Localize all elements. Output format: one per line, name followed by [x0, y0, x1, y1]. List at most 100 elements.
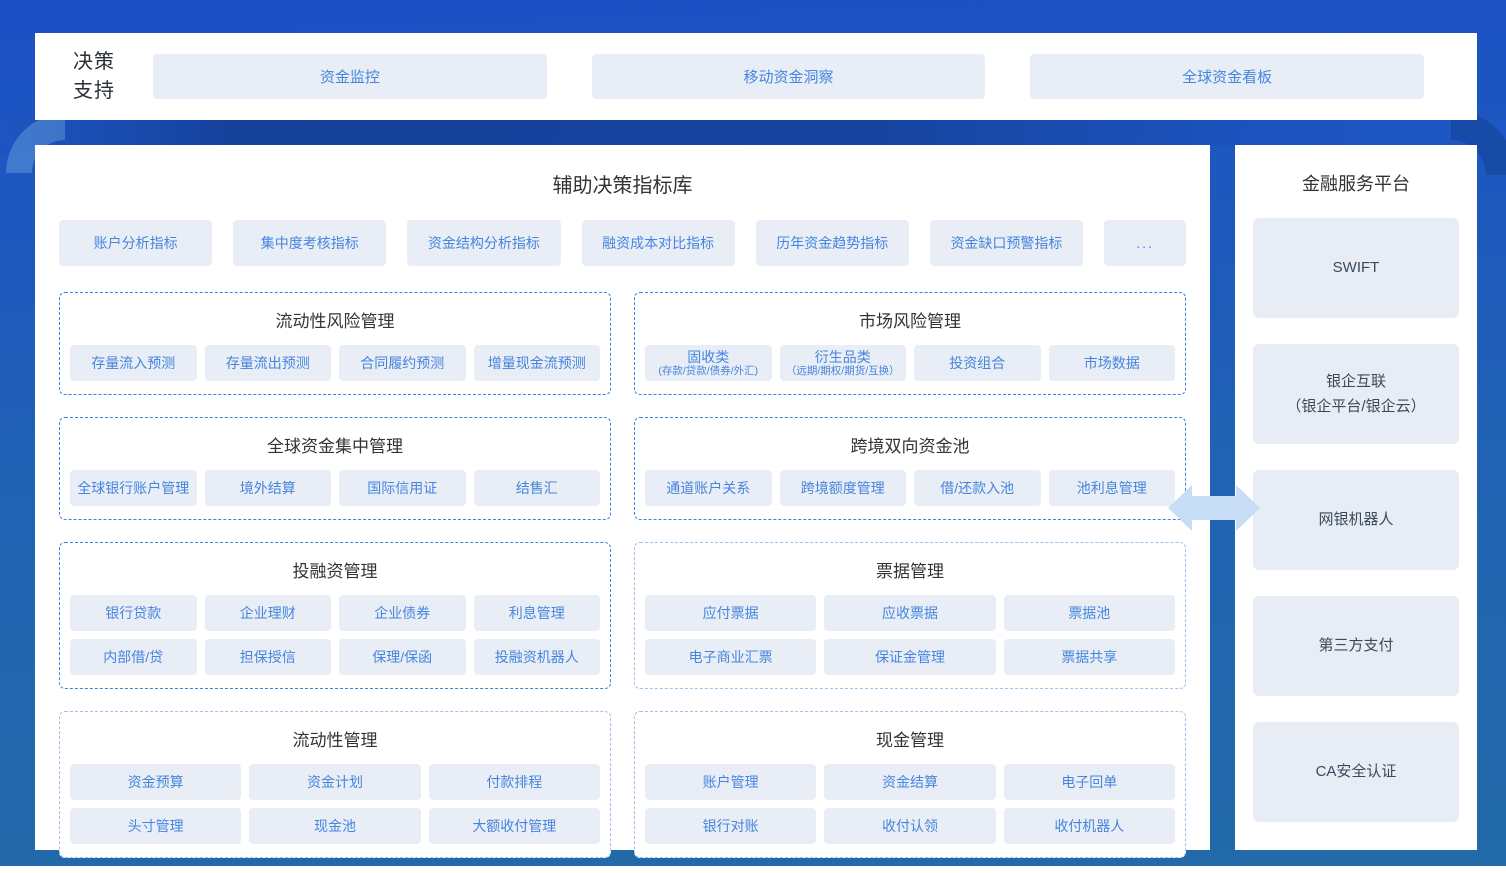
- group-row: 头寸管理现金池 大额收付管理: [70, 808, 600, 844]
- module-button[interactable]: 存量流出预测: [205, 345, 332, 381]
- group-row: 全球银行账户管理境外结算国际信用证 结售汇: [70, 470, 600, 506]
- module-button[interactable]: 结售汇: [474, 470, 601, 506]
- module-button-label: 内部借/贷: [103, 649, 163, 665]
- module-button-label: 付款排程: [486, 774, 542, 790]
- financial-services-sidebar: 金融服务平台 SWIFT银企互联（银企平台/银企云）网银机器人第三方支付CA安全…: [1235, 145, 1477, 850]
- service-box[interactable]: 银企互联（银企平台/银企云）: [1253, 344, 1459, 444]
- module-button[interactable]: 池利息管理: [1049, 470, 1176, 506]
- decision-support-label: 决策 支持: [35, 48, 153, 106]
- service-box[interactable]: 网银机器人: [1253, 470, 1459, 570]
- module-button-sublabel: （远期/期权/期货/互换）: [786, 366, 900, 378]
- group-row: 资金预算 资金计划 付款排程: [70, 764, 600, 800]
- module-button[interactable]: 合同履约预测: [339, 345, 466, 381]
- module-button[interactable]: 票据共享: [1004, 639, 1175, 675]
- indicator-chip[interactable]: 历年资金趋势指标: [756, 220, 909, 266]
- module-button[interactable]: 电子商业汇票: [645, 639, 816, 675]
- service-box[interactable]: 第三方支付: [1253, 596, 1459, 696]
- module-button[interactable]: 银行贷款: [70, 595, 197, 631]
- service-box-label: CA安全认证: [1316, 759, 1397, 785]
- indicator-chip[interactable]: 融资成本对比指标: [582, 220, 735, 266]
- sidebar-items: SWIFT 银企互联（银企平台/银企云） 网银机器人第三方支付 CA安全认证: [1253, 218, 1459, 822]
- module-button[interactable]: 电子回单: [1004, 764, 1175, 800]
- module-button[interactable]: 收付认领: [824, 808, 995, 844]
- indicator-chip[interactable]: 集中度考核指标: [233, 220, 386, 266]
- module-button[interactable]: 头寸管理: [70, 808, 241, 844]
- module-button-label: 结售汇: [516, 480, 558, 496]
- service-box-label: 网银机器人: [1318, 507, 1393, 533]
- module-button[interactable]: 内部借/贷: [70, 639, 197, 675]
- module-button[interactable]: 固收类(存款/贷款/债券/外汇): [645, 345, 772, 381]
- module-button[interactable]: 大额收付管理: [429, 808, 600, 844]
- group-title: 市场风险管理: [645, 307, 1175, 332]
- module-button-label: 企业债券: [374, 605, 430, 621]
- module-button[interactable]: 付款排程: [429, 764, 600, 800]
- module-groups: 流动性风险管理存量流入预测存量流出预测合同履约预测增量现金流预测市场风险管理固收…: [59, 292, 1186, 858]
- group-row: 电子商业汇票保证金管理 票据共享: [645, 639, 1175, 675]
- module-button[interactable]: 资金结算: [824, 764, 995, 800]
- service-box-label: （银企平台/银企云）: [1286, 394, 1425, 420]
- module-button[interactable]: 应收票据: [824, 595, 995, 631]
- service-box[interactable]: SWIFT: [1253, 218, 1459, 318]
- module-button[interactable]: 保证金管理: [824, 639, 995, 675]
- group-row: 账户管理 资金结算电子回单: [645, 764, 1175, 800]
- module-button-sublabel: (存款/贷款/债券/外汇): [658, 366, 758, 378]
- module-button-label: 应收票据: [882, 605, 938, 621]
- module-button[interactable]: 借/还款入池: [914, 470, 1041, 506]
- module-button[interactable]: 应付票据: [645, 595, 816, 631]
- group-row: 应付票据 应收票据 票据池: [645, 595, 1175, 631]
- module-button-label: 池利息管理: [1077, 480, 1147, 496]
- group-row: 存量流入预测存量流出预测合同履约预测增量现金流预测: [70, 345, 600, 381]
- module-button[interactable]: 企业债券: [339, 595, 466, 631]
- module-button-label: 投融资机器人: [495, 649, 579, 665]
- module-button[interactable]: 现金池: [249, 808, 420, 844]
- module-button[interactable]: 市场数据: [1049, 345, 1176, 381]
- module-group: 市场风险管理固收类(存款/贷款/债券/外汇)衍生品类（远期/期权/期货/互换）投…: [634, 292, 1186, 395]
- indicator-chip[interactable]: 资金缺口预警指标: [930, 220, 1083, 266]
- module-button-label: 票据池: [1068, 605, 1110, 621]
- module-button[interactable]: 增量现金流预测: [474, 345, 601, 381]
- module-button[interactable]: 全球银行账户管理: [70, 470, 197, 506]
- module-button[interactable]: 存量流入预测: [70, 345, 197, 381]
- module-button[interactable]: 银行对账: [645, 808, 816, 844]
- module-button[interactable]: 利息管理: [474, 595, 601, 631]
- module-button[interactable]: 投融资机器人: [474, 639, 601, 675]
- module-button-label: 跨境额度管理: [801, 480, 885, 496]
- group-title: 跨境双向资金池: [645, 432, 1175, 457]
- group-title: 现金管理: [645, 726, 1175, 751]
- group-row: 银行贷款 企业理财 企业债券 利息管理: [70, 595, 600, 631]
- indicator-chip[interactable]: 账户分析指标: [59, 220, 212, 266]
- group-title: 流动性风险管理: [70, 307, 600, 332]
- module-button[interactable]: 通道账户关系: [645, 470, 772, 506]
- module-button-label: 通道账户关系: [666, 480, 750, 496]
- module-button[interactable]: 保理/保函: [339, 639, 466, 675]
- module-button-label: 大额收付管理: [472, 818, 556, 834]
- indicator-chip[interactable]: ...: [1104, 220, 1186, 266]
- module-button[interactable]: 账户管理: [645, 764, 816, 800]
- group-title: 投融资管理: [70, 557, 600, 582]
- top-band-decoration: [0, 118, 1506, 146]
- module-button-label: 银行贷款: [105, 605, 161, 621]
- service-box-label: 第三方支付: [1318, 633, 1393, 659]
- module-button[interactable]: 境外结算: [205, 470, 332, 506]
- module-button[interactable]: 票据池: [1004, 595, 1175, 631]
- module-button[interactable]: 资金计划: [249, 764, 420, 800]
- module-button[interactable]: 收付机器人: [1004, 808, 1175, 844]
- module-button-label: 账户管理: [703, 774, 759, 790]
- indicator-chip[interactable]: 资金结构分析指标: [407, 220, 560, 266]
- module-button[interactable]: 投资组合: [914, 345, 1041, 381]
- module-button[interactable]: 企业理财: [205, 595, 332, 631]
- service-box-label: 银企互联: [1326, 369, 1386, 395]
- top-tab-button[interactable]: 移动资金洞察: [592, 54, 986, 99]
- service-box[interactable]: CA安全认证: [1253, 722, 1459, 822]
- module-button[interactable]: 资金预算: [70, 764, 241, 800]
- module-button[interactable]: 跨境额度管理: [780, 470, 907, 506]
- module-button[interactable]: 衍生品类（远期/期权/期货/互换）: [780, 345, 907, 381]
- module-button-label: 收付机器人: [1054, 818, 1124, 834]
- module-button-label: 资金预算: [128, 774, 184, 790]
- top-tab-button[interactable]: 全球资金看板: [1030, 54, 1424, 99]
- module-button[interactable]: 担保授信: [205, 639, 332, 675]
- group-row: 固收类(存款/贷款/债券/外汇)衍生品类（远期/期权/期货/互换）投资组合市场数…: [645, 345, 1175, 381]
- top-tab-button[interactable]: 资金监控: [153, 54, 547, 99]
- module-button[interactable]: 国际信用证: [339, 470, 466, 506]
- module-button-label: 票据共享: [1061, 649, 1117, 665]
